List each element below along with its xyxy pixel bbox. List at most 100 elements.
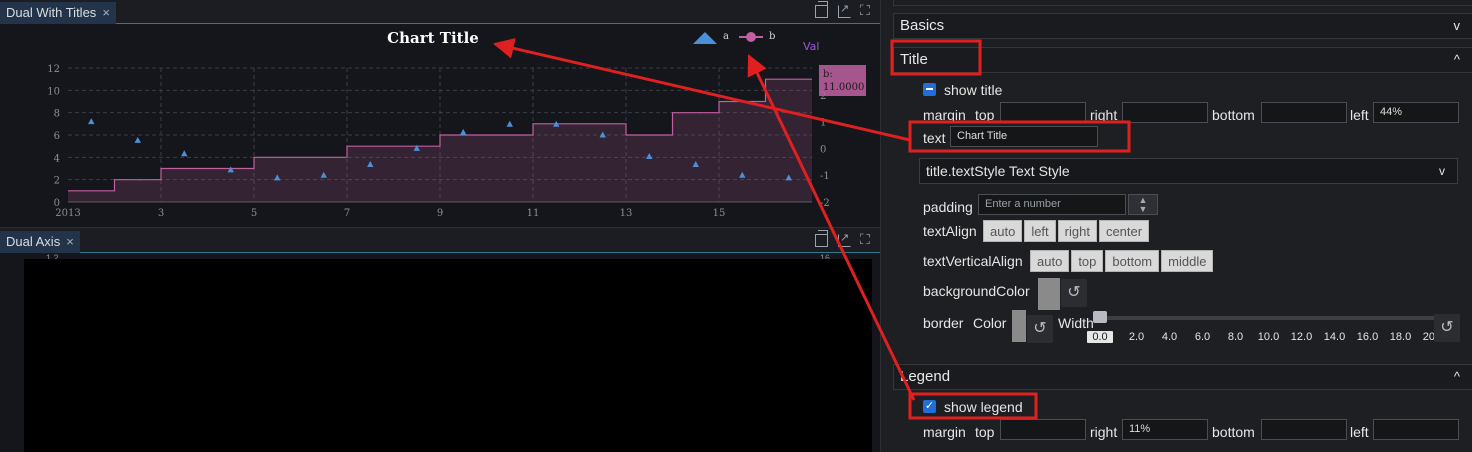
close-icon[interactable]: ×: [102, 2, 110, 24]
legend-left-label: left: [1350, 424, 1369, 440]
x-tick-label: 2013: [55, 208, 80, 219]
border-width-slider-handle[interactable]: [1093, 311, 1107, 323]
top-label: top: [975, 107, 995, 123]
right-label: right: [1090, 107, 1118, 123]
legend-margin-right-input[interactable]: 11%: [1122, 419, 1208, 440]
popout-icon[interactable]: [838, 231, 851, 247]
bgcolor-swatch[interactable]: [1038, 278, 1060, 310]
padding-stepper[interactable]: ▲ ▼: [1128, 194, 1158, 215]
legend-bottom-label: bottom: [1212, 424, 1255, 440]
slider-tick-label: 18.0: [1389, 331, 1412, 343]
title-margin-left-input[interactable]: 44%: [1373, 102, 1459, 123]
textvalign-auto-button[interactable]: auto: [1030, 250, 1070, 272]
x-tick-label: 13: [620, 208, 633, 219]
slider-tick-label: 2.0: [1128, 331, 1145, 343]
section-label: Title: [900, 51, 928, 68]
textvalign-buttons: auto top bottom middle: [1030, 250, 1214, 272]
textvalign-middle-button[interactable]: middle: [1161, 250, 1214, 272]
chart-pane-dual-with-titles: Dual With Titles × 0 2 4 6 8 10 12 2013 3 5 7 9 11 13…: [0, 0, 880, 228]
show-title-checkbox[interactable]: [923, 83, 936, 96]
legend-margin-top-input[interactable]: [1000, 419, 1086, 440]
y-tick-label-right: 1: [820, 118, 826, 129]
show-legend-checkbox[interactable]: ✓: [923, 400, 936, 413]
chart-title: Chart Title: [387, 29, 479, 47]
section-label: Legend: [900, 368, 951, 385]
border-label: border: [923, 315, 964, 331]
pane-controls: [815, 230, 874, 248]
bgcolor-reset-icon[interactable]: ↺: [1061, 279, 1087, 307]
section-basics[interactable]: Basics v: [893, 13, 1472, 39]
x-tick-label: 3: [158, 208, 164, 219]
legend-a-label: a: [723, 31, 729, 42]
textalign-right-button[interactable]: right: [1057, 220, 1097, 242]
border-color-reset-icon[interactable]: ↺: [1027, 315, 1053, 343]
tooltip-label: b:: [823, 69, 833, 80]
slider-tick-label: 8.0: [1227, 331, 1244, 343]
text-style-select[interactable]: title.textStyle Text Style v: [919, 158, 1458, 184]
tab-dual-with-titles[interactable]: Dual With Titles ×: [0, 2, 116, 24]
textalign-auto-button[interactable]: auto: [983, 220, 1023, 242]
title-margin-top-input[interactable]: [1000, 102, 1086, 123]
slider-tick-label: 10.0: [1257, 331, 1280, 343]
y-tick-label-right: -1: [820, 171, 830, 182]
legend-b-label: b: [769, 31, 775, 42]
slider-tick-label: 16.0: [1356, 331, 1379, 343]
chart-canvas[interactable]: [24, 259, 872, 452]
y-tick-label-left: 12: [47, 64, 60, 75]
legend-margin-left-input[interactable]: [1373, 419, 1459, 440]
chevron-down-icon: v: [1439, 164, 1445, 178]
slider-tick-label: 14.0: [1323, 331, 1346, 343]
series-a-point: [88, 118, 95, 125]
dual-axis-chart[interactable]: 0246810122013 3 5 7 9 11 13 15-2-1012Chart Titl…: [0, 24, 880, 228]
textvalign-label: textVerticalAlign: [923, 253, 1023, 269]
maximize-icon[interactable]: [860, 2, 874, 19]
y-tick-label-left: 2: [54, 176, 60, 187]
slider-tick-label: 12.0: [1290, 331, 1313, 343]
tab-dual-axis[interactable]: Dual Axis ×: [0, 231, 80, 253]
close-icon[interactable]: ×: [66, 231, 74, 253]
y-tick-label-right: 0: [820, 144, 826, 155]
legend-right-label: right: [1090, 424, 1118, 440]
legend-top-label: top: [975, 424, 995, 440]
title-text-input[interactable]: Chart Title: [950, 126, 1098, 147]
border-color-label: Color: [973, 315, 1007, 331]
pane-tabbar: Dual With Titles ×: [0, 0, 880, 24]
pane-controls: [815, 1, 874, 19]
text-label: text: [923, 130, 946, 146]
x-tick-label: 15: [713, 208, 726, 219]
x-tick-label: 7: [344, 208, 350, 219]
section-title[interactable]: Title ^: [893, 47, 1472, 73]
series-a-point: [181, 150, 188, 157]
y-tick-label-left: 8: [54, 109, 60, 120]
textvalign-top-button[interactable]: top: [1071, 250, 1104, 272]
section-divider: [893, 0, 1472, 6]
series-a-point: [460, 128, 467, 135]
border-width-reset-icon[interactable]: ↺: [1434, 314, 1460, 342]
textalign-center-button[interactable]: center: [1098, 220, 1150, 242]
x-tick-label: 11: [527, 208, 540, 219]
app-root: Dual With Titles × 0 2 4 6 8 10 12 2013 3 5 7 9 11 13…: [0, 0, 1472, 452]
title-margin-right-input[interactable]: [1122, 102, 1208, 123]
border-color-swatch[interactable]: [1012, 310, 1026, 342]
popout-icon[interactable]: [838, 2, 851, 18]
pane-tabbar: Dual Axis ×: [0, 229, 880, 253]
restore-window-icon[interactable]: [815, 1, 828, 18]
legend-margin-bottom-input[interactable]: [1261, 419, 1347, 440]
maximize-icon[interactable]: [860, 231, 874, 248]
border-width-slider-track[interactable]: [1093, 316, 1438, 320]
series-a-point: [134, 136, 141, 143]
section-legend[interactable]: Legend ^: [893, 364, 1472, 390]
bottom-label: bottom: [1212, 107, 1255, 123]
padding-input[interactable]: Enter a number: [978, 194, 1126, 215]
margin-label: margin: [923, 107, 966, 123]
settings-panel: Basics v Title ^ show title margin top r…: [880, 0, 1472, 452]
tab-label: Dual With Titles: [6, 5, 97, 20]
chevron-down-icon: v: [1453, 18, 1461, 33]
tooltip-value: 11.0000: [823, 82, 864, 93]
legend-margin-label: margin: [923, 424, 966, 440]
restore-window-icon[interactable]: [815, 230, 828, 247]
textalign-left-button[interactable]: left: [1024, 220, 1056, 242]
title-margin-bottom-input[interactable]: [1261, 102, 1347, 123]
textvalign-bottom-button[interactable]: bottom: [1105, 250, 1160, 272]
y-tick-label-left: 6: [54, 131, 60, 142]
